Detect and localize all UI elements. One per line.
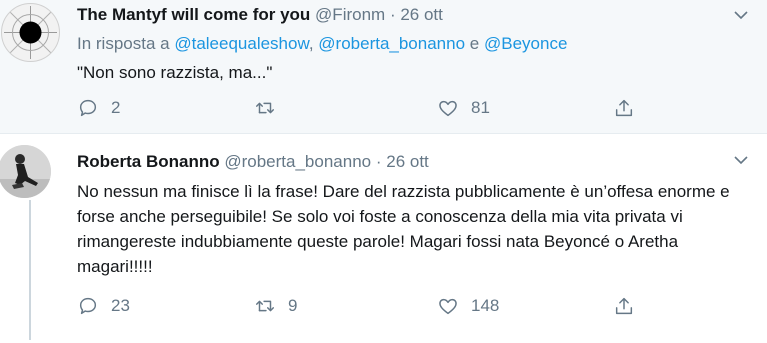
retweet-icon bbox=[256, 300, 274, 312]
reply-button[interactable]: 23 bbox=[77, 294, 130, 318]
more-options-button[interactable] bbox=[733, 7, 749, 23]
tweet-text: No nessun ma finisce lì la frase! Dare d… bbox=[77, 182, 730, 276]
retweet-icon bbox=[256, 102, 274, 114]
tweet-header: Roberta Bonanno @roberta_bonanno · 26 ot… bbox=[77, 152, 429, 172]
retweet-count: 9 bbox=[288, 296, 298, 315]
reply-icon bbox=[79, 99, 97, 117]
like-count: 81 bbox=[471, 98, 490, 117]
author-name[interactable]: The Mantyf will come for you bbox=[77, 5, 310, 24]
like-button[interactable]: 148 bbox=[437, 294, 499, 318]
avatar[interactable] bbox=[1, 3, 60, 62]
mention-conjunction: e bbox=[469, 34, 480, 53]
parent-tweet[interactable]: The Mantyf will come for you @Fironm · 2… bbox=[0, 0, 767, 134]
reply-count: 2 bbox=[111, 98, 121, 117]
share-icon bbox=[615, 99, 633, 117]
reply-tweet[interactable]: Roberta Bonanno @roberta_bonanno · 26 ot… bbox=[0, 134, 767, 343]
share-icon bbox=[615, 297, 633, 315]
like-button[interactable]: 81 bbox=[437, 96, 490, 120]
tweet-date[interactable]: 26 ott bbox=[386, 152, 429, 171]
mention-link[interactable]: @Beyonce bbox=[484, 34, 567, 53]
share-button[interactable] bbox=[613, 96, 635, 120]
retweet-button[interactable] bbox=[254, 96, 288, 120]
like-count: 148 bbox=[471, 296, 500, 315]
chevron-down-icon bbox=[734, 11, 748, 20]
separator: · bbox=[375, 152, 382, 171]
more-options-button[interactable] bbox=[733, 152, 749, 168]
author-handle[interactable]: @roberta_bonanno bbox=[224, 152, 371, 171]
reply-count: 23 bbox=[111, 296, 130, 315]
mention-link[interactable]: @taleequaleshow bbox=[174, 34, 308, 53]
avatar[interactable] bbox=[0, 145, 51, 198]
reply-button[interactable]: 2 bbox=[77, 96, 120, 120]
reply-prefix: In risposta a bbox=[77, 34, 170, 53]
separator: · bbox=[389, 5, 396, 24]
reply-icon bbox=[79, 297, 97, 315]
author-handle[interactable]: @Fironm bbox=[315, 5, 385, 24]
like-icon bbox=[439, 100, 457, 117]
tweet-header: The Mantyf will come for you @Fironm · 2… bbox=[77, 5, 443, 25]
retweet-button[interactable]: 9 bbox=[254, 294, 297, 318]
avatar-emblem-icon bbox=[4, 6, 57, 59]
chevron-down-icon bbox=[734, 156, 748, 165]
like-icon bbox=[439, 298, 457, 315]
reply-context: In risposta a @taleequaleshow, @roberta_… bbox=[77, 34, 567, 54]
mention-separator: , bbox=[308, 34, 314, 53]
tweet-date[interactable]: 26 ott bbox=[400, 5, 443, 24]
share-button[interactable] bbox=[613, 294, 635, 318]
mention-link[interactable]: @roberta_bonanno bbox=[318, 34, 465, 53]
tweet-text: "Non sono razzista, ma..." bbox=[77, 63, 273, 82]
author-name[interactable]: Roberta Bonanno bbox=[77, 152, 220, 171]
avatar-photo-icon bbox=[0, 145, 51, 198]
thread-line bbox=[29, 200, 31, 340]
